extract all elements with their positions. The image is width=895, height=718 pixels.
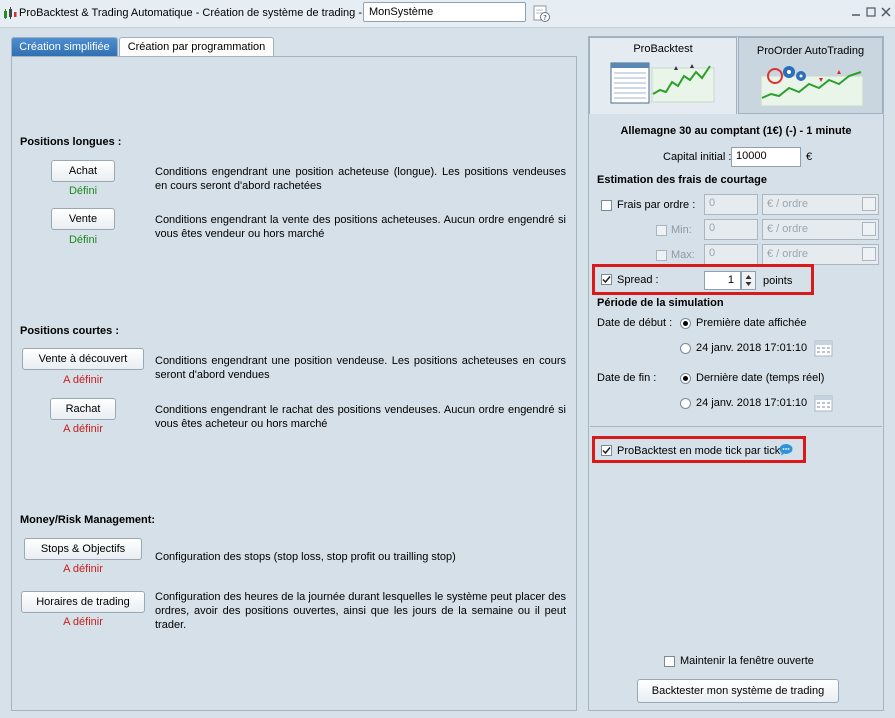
buy-description: Conditions engendrant une position achet…	[155, 166, 566, 192]
svg-text:?: ?	[543, 14, 547, 22]
short-sell-description: Conditions engendrant une position vende…	[155, 355, 566, 381]
run-backtest-button[interactable]: Backtester mon système de trading	[637, 679, 839, 703]
minimize-icon[interactable]	[850, 6, 862, 18]
backtest-chart-icon	[610, 62, 715, 104]
system-name-input[interactable]: MonSystème	[363, 2, 526, 22]
checkmark-icon	[602, 447, 611, 455]
calendar-icon[interactable]	[814, 394, 833, 412]
stops-description: Configuration des stops (stop loss, stop…	[155, 551, 456, 563]
keep-open-checkbox[interactable]	[664, 656, 675, 667]
tab-simplified-creation[interactable]: Création simplifiée	[11, 37, 118, 56]
trading-hours-button[interactable]: Horaires de trading	[21, 591, 145, 613]
long-positions-title: Positions longues :	[20, 136, 122, 148]
keep-open-label: Maintenir la fenêtre ouverte	[680, 655, 814, 667]
fees-per-order-label: Frais par ordre :	[617, 199, 696, 211]
fees-per-order-input[interactable]: 0	[704, 194, 758, 215]
fees-title: Estimation des frais de courtage	[597, 174, 767, 186]
buy-status: Défini	[68, 185, 98, 197]
fees-per-order-unit-select[interactable]: € / ordre	[762, 194, 879, 215]
period-title: Période de la simulation	[597, 297, 724, 309]
cover-status: A définir	[63, 423, 103, 435]
short-sell-status: A définir	[63, 374, 103, 386]
spread-unit: points	[763, 275, 793, 287]
fees-max-checkbox[interactable]	[656, 250, 667, 261]
sell-status: Défini	[68, 234, 98, 246]
chevron-down-icon	[862, 222, 876, 236]
fees-min-label: Min:	[671, 224, 692, 236]
instrument-title: Allemagne 30 au comptant (1€) (-) - 1 mi…	[620, 125, 852, 137]
help-icon[interactable]: ?	[533, 5, 550, 22]
short-positions-title: Positions courtes :	[20, 325, 120, 337]
end-custom-date-label: 24 janv. 2018 17:01:10	[696, 397, 808, 409]
stops-status: A définir	[63, 563, 103, 575]
money-management-title: Money/Risk Management:	[20, 514, 156, 526]
fees-max-label: Max:	[671, 249, 695, 261]
start-date-label: Date de début :	[597, 317, 673, 329]
fees-per-order-checkbox[interactable]	[601, 200, 612, 211]
spread-stepper[interactable]	[741, 271, 756, 290]
trading-hours-status: A définir	[63, 616, 103, 628]
info-bubble-icon[interactable]	[779, 443, 793, 456]
cover-button[interactable]: Rachat	[50, 398, 116, 420]
cover-description: Conditions engendrant le rachat des posi…	[155, 404, 566, 430]
end-realtime-radio[interactable]	[680, 373, 691, 384]
fees-per-order-unit: € / ordre	[767, 198, 808, 210]
capital-input[interactable]: 10000	[731, 147, 801, 167]
capital-label: Capital initial :	[663, 151, 732, 163]
fees-max-unit: € / ordre	[767, 248, 808, 260]
sell-button[interactable]: Vente	[51, 208, 115, 230]
tab-proorder-autotrading[interactable]: ProOrder AutoTrading	[738, 37, 883, 114]
buy-button[interactable]: Achat	[51, 160, 115, 182]
app-chart-icon	[4, 7, 17, 19]
tab-proorder-label: ProOrder AutoTrading	[756, 45, 865, 57]
spread-checkbox[interactable]	[601, 274, 612, 285]
short-sell-button[interactable]: Vente à découvert	[22, 348, 144, 370]
stepper-arrows-icon	[745, 275, 752, 286]
fees-min-unit-select[interactable]: € / ordre	[762, 219, 879, 240]
tick-mode-checkbox[interactable]	[601, 445, 612, 456]
fees-max-unit-select[interactable]: € / ordre	[762, 244, 879, 265]
close-icon[interactable]	[880, 6, 892, 18]
capital-currency: €	[806, 151, 813, 163]
tick-mode-label: ProBacktest en mode tick par tick	[617, 445, 781, 457]
start-first-date-label: Première date affichée	[696, 317, 807, 329]
spread-label: Spread :	[617, 274, 659, 286]
fees-min-checkbox[interactable]	[656, 225, 667, 236]
sell-description: Conditions engendrant la vente des posit…	[155, 214, 566, 240]
start-first-date-radio[interactable]	[680, 318, 691, 329]
divider	[590, 426, 882, 427]
fees-min-input[interactable]: 0	[704, 219, 758, 240]
stops-objectives-button[interactable]: Stops & Objectifs	[24, 538, 142, 560]
tab-probacktest-label: ProBacktest	[633, 43, 693, 55]
maximize-icon[interactable]	[865, 6, 877, 18]
start-custom-date-radio[interactable]	[680, 343, 691, 354]
start-custom-date-label: 24 janv. 2018 17:01:10	[696, 342, 808, 354]
checkmark-icon	[602, 276, 611, 284]
fees-max-input[interactable]: 0	[704, 244, 758, 265]
trading-hours-description: Configuration des heures de la journée d…	[155, 591, 566, 631]
end-custom-date-radio[interactable]	[680, 398, 691, 409]
chevron-down-icon	[862, 247, 876, 261]
end-date-label: Date de fin :	[597, 372, 657, 384]
tab-probacktest[interactable]: ProBacktest	[589, 37, 737, 114]
tab-programming-creation[interactable]: Création par programmation	[119, 37, 274, 56]
spread-input[interactable]: 1	[704, 271, 741, 290]
calendar-icon[interactable]	[814, 339, 833, 357]
fees-min-unit: € / ordre	[767, 223, 808, 235]
end-realtime-label: Dernière date (temps réel)	[696, 372, 825, 384]
window-title: ProBacktest & Trading Automatique - Créa…	[19, 7, 363, 19]
autotrading-gears-icon	[760, 66, 864, 107]
chevron-down-icon	[862, 197, 876, 211]
